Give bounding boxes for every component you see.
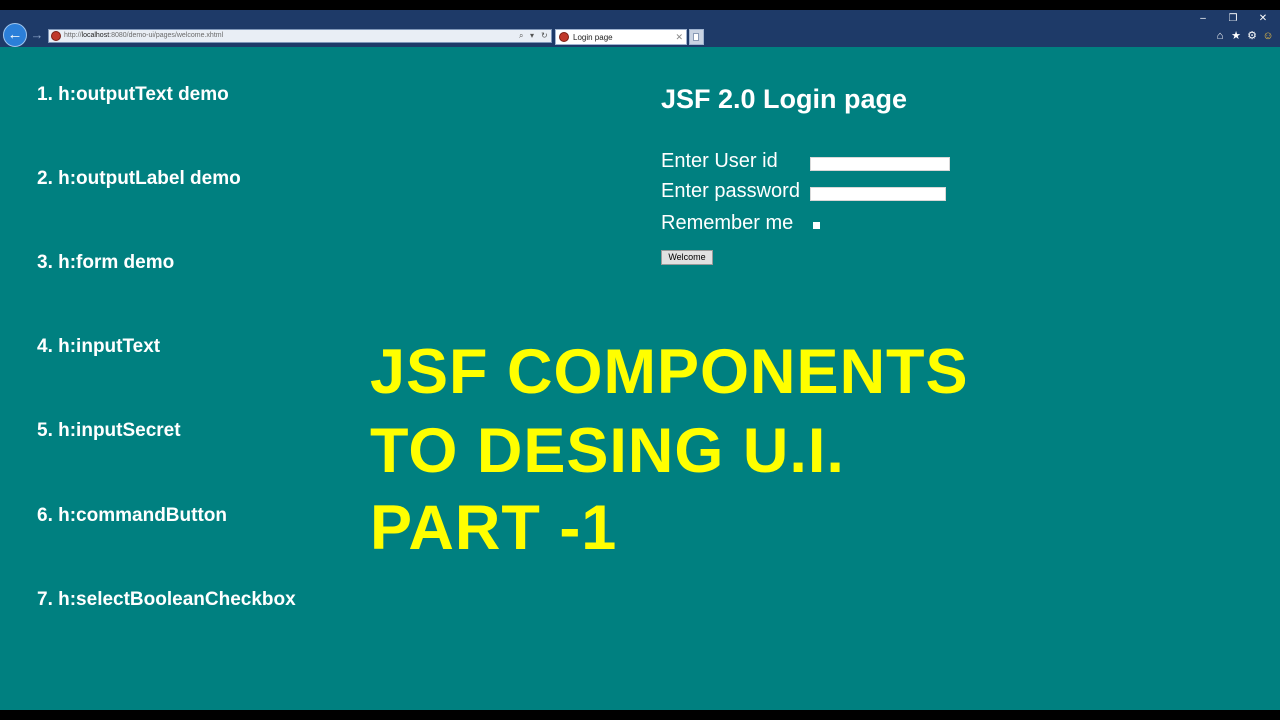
tab-title: Login page <box>573 33 613 42</box>
browser-chrome: ← → http://localhost:8080/demo-ui/pages/… <box>0 10 1280 47</box>
tab-close-icon[interactable]: ✕ <box>675 30 683 45</box>
site-favicon-icon <box>51 31 61 41</box>
search-icon[interactable]: ⌕ <box>519 30 523 42</box>
password-label: Enter password <box>661 180 800 202</box>
favorites-star-icon[interactable]: ★ <box>1229 29 1243 43</box>
remember-me-checkbox[interactable] <box>813 222 820 229</box>
close-window-button[interactable]: ✕ <box>1253 12 1273 26</box>
list-item: 6. h:commandButton <box>37 505 227 526</box>
url-path: :8080/demo-ui/pages/welcome.xhtml <box>109 32 224 39</box>
welcome-button[interactable]: Welcome <box>661 250 713 265</box>
list-item: 4. h:inputText <box>37 336 161 357</box>
bottom-letterbox <box>0 710 1280 720</box>
login-page-title: JSF 2.0 Login page <box>661 84 908 114</box>
remember-me-label: Remember me <box>661 212 794 234</box>
list-item: 2. h:outputLabel demo <box>37 168 241 189</box>
url-host: localhost <box>81 32 110 39</box>
headline-line-2: TO DESING U.I. <box>370 416 845 486</box>
address-dropdown-icon[interactable]: ▾ <box>530 30 534 42</box>
url-scheme: http:// <box>64 32 82 39</box>
list-item: 3. h:form demo <box>37 252 175 273</box>
user-id-label: Enter User id <box>661 150 778 172</box>
settings-gear-icon[interactable]: ⚙ <box>1245 29 1259 43</box>
new-tab-button[interactable] <box>689 29 704 45</box>
headline-line-3: PART -1 <box>370 493 618 563</box>
page-viewport: 1. h:outputText demo 2. h:outputLabel de… <box>0 47 1280 710</box>
tab-favicon-icon <box>559 32 569 42</box>
feedback-smiley-icon[interactable]: ☺ <box>1261 29 1275 43</box>
top-letterbox <box>0 0 1280 10</box>
password-input[interactable] <box>810 187 946 201</box>
list-item: 5. h:inputSecret <box>37 420 181 441</box>
list-item: 1. h:outputText demo <box>37 84 229 105</box>
forward-button[interactable]: → <box>30 27 44 43</box>
restore-button[interactable]: ❐ <box>1223 12 1243 26</box>
user-id-input[interactable] <box>810 157 950 171</box>
new-tab-icon <box>693 33 699 41</box>
back-button[interactable]: ← <box>3 23 27 47</box>
home-icon[interactable]: ⌂ <box>1213 29 1227 43</box>
refresh-icon[interactable]: ↻ <box>541 30 548 42</box>
tab-login-page[interactable]: Login page ✕ <box>555 29 687 45</box>
list-item: 7. h:selectBooleanCheckbox <box>37 589 296 610</box>
address-url[interactable]: http://localhost:8080/demo-ui/pages/welc… <box>64 30 223 42</box>
minimize-button[interactable]: – <box>1193 12 1213 26</box>
headline-line-1: JSF COMPONENTS <box>370 337 969 407</box>
address-bar[interactable]: http://localhost:8080/demo-ui/pages/welc… <box>48 29 552 43</box>
